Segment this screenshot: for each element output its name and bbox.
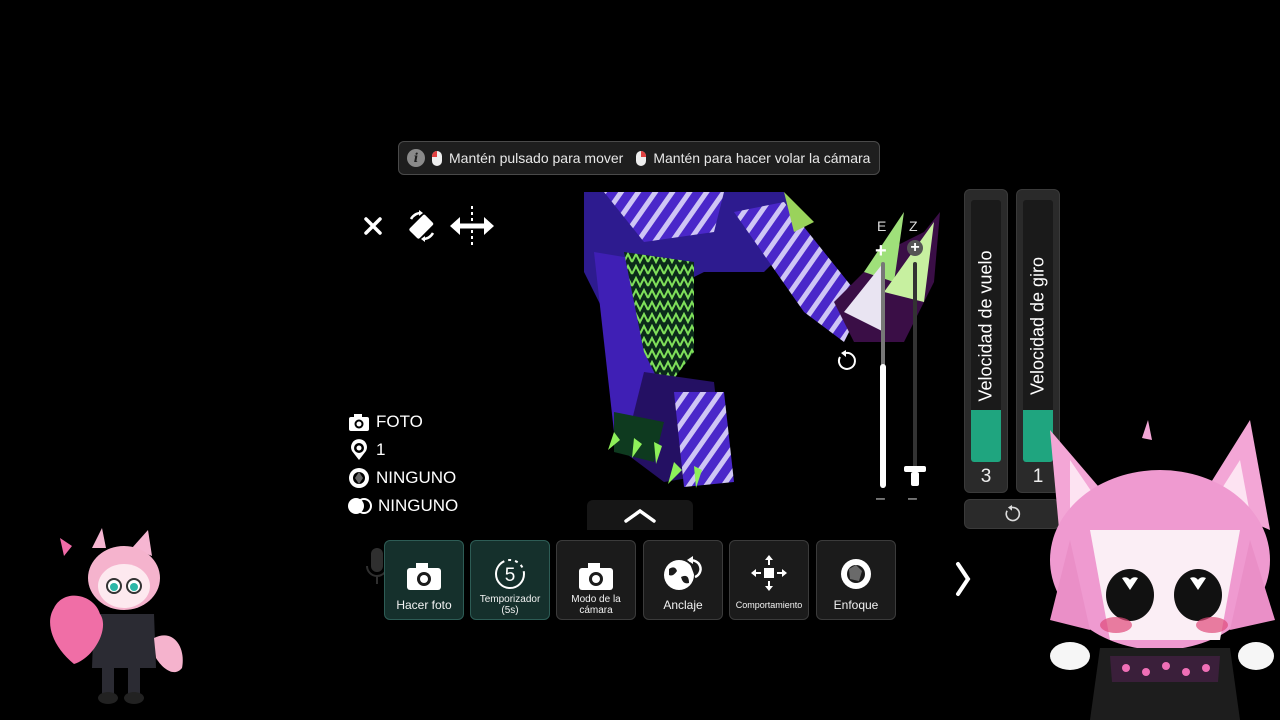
- zoom-e-plus[interactable]: +: [875, 240, 887, 263]
- timer-button[interactable]: 5 Temporizador (5s): [470, 540, 550, 620]
- zoom-z-slider[interactable]: [913, 262, 917, 468]
- avatar-illustration: [584, 192, 940, 488]
- camera-status-list: FOTO 1 NINGUNO NINGUNO: [348, 408, 458, 520]
- reset-rotation-button[interactable]: [835, 350, 857, 372]
- slider-handle-icon: [904, 466, 926, 486]
- status-filter: NINGUNO: [348, 464, 458, 492]
- zoom-e-minus[interactable]: –: [876, 490, 885, 508]
- chevron-up-icon: [624, 508, 656, 523]
- camera-icon: [406, 547, 442, 591]
- overlay-toggle-icon: [348, 498, 372, 514]
- flight-speed-label: Velocidad de vuelo: [975, 250, 996, 402]
- focus-label: Enfoque: [833, 597, 879, 612]
- flight-speed-slider[interactable]: Velocidad de vuelo 3: [964, 189, 1008, 493]
- chevron-right-icon: [956, 562, 971, 596]
- zoom-z-plus[interactable]: +: [907, 240, 923, 256]
- timer-icon: 5: [493, 547, 527, 591]
- zoom-z-minus[interactable]: –: [908, 490, 917, 508]
- zoom-e-slider[interactable]: [880, 262, 886, 488]
- mouse-left-icon: [432, 150, 442, 166]
- rotate-orientation-button[interactable]: [402, 206, 442, 246]
- behavior-label: Comportamiento: [735, 599, 803, 610]
- aperture-icon: [349, 468, 369, 488]
- reset-icon: [837, 350, 856, 370]
- camera-mode-label: Modo de la cámara: [571, 594, 621, 616]
- chibi-sticker-left: [44, 528, 190, 710]
- flight-speed-value: 3: [980, 466, 992, 487]
- toolbar-next-button[interactable]: [948, 556, 978, 602]
- take-photo-button[interactable]: Hacer foto: [384, 540, 464, 620]
- chibi-sticker-right: [1030, 420, 1280, 720]
- hint-bar: i Mantén pulsado para mover Mantén para …: [398, 141, 880, 175]
- flight-speed-fill: [971, 409, 1001, 462]
- timer-label: Temporizador (5s): [479, 594, 541, 616]
- avatar-viewport[interactable]: [584, 192, 944, 492]
- move-arrows-icon: [450, 206, 494, 246]
- move-cross-icon: [751, 547, 787, 591]
- focus-button[interactable]: Enfoque: [816, 540, 896, 620]
- hint-fly-text: Mantén para hacer volar la cámara: [653, 150, 871, 166]
- mouse-right-icon: [636, 150, 647, 166]
- location-camera-icon: [351, 439, 367, 460]
- close-button[interactable]: [353, 206, 393, 246]
- anchor-label: Anclaje: [663, 597, 703, 612]
- reset-icon: [1005, 505, 1021, 522]
- turn-speed-label: Velocidad de giro: [1027, 256, 1048, 396]
- zoom-z-label: Z: [909, 218, 918, 234]
- zoom-e-fill: [880, 363, 886, 488]
- collapse-toolbar-button[interactable]: [587, 500, 693, 530]
- aperture-icon: [839, 547, 873, 591]
- anchor-button[interactable]: Anclaje: [643, 540, 723, 620]
- status-overlay: NINGUNO: [348, 492, 458, 520]
- status-mode: FOTO: [348, 408, 458, 436]
- hint-move-text: Mantén pulsado para mover: [449, 150, 624, 166]
- camera-mode-button[interactable]: Modo de la cámara: [556, 540, 636, 620]
- move-button[interactable]: [450, 206, 494, 246]
- rotate-orientation-icon: [409, 210, 435, 242]
- zoom-z-handle[interactable]: [904, 466, 926, 486]
- timer-number: 5: [505, 565, 516, 586]
- zoom-e-label: E: [877, 218, 887, 234]
- info-icon: i: [407, 149, 425, 167]
- camera-icon: [578, 547, 614, 591]
- close-icon: [364, 217, 382, 235]
- behavior-button[interactable]: Comportamiento: [729, 540, 809, 620]
- globe-anchor-icon: [663, 547, 703, 591]
- camera-icon: [349, 414, 369, 431]
- status-count: 1: [348, 436, 458, 464]
- take-photo-label: Hacer foto: [396, 597, 452, 612]
